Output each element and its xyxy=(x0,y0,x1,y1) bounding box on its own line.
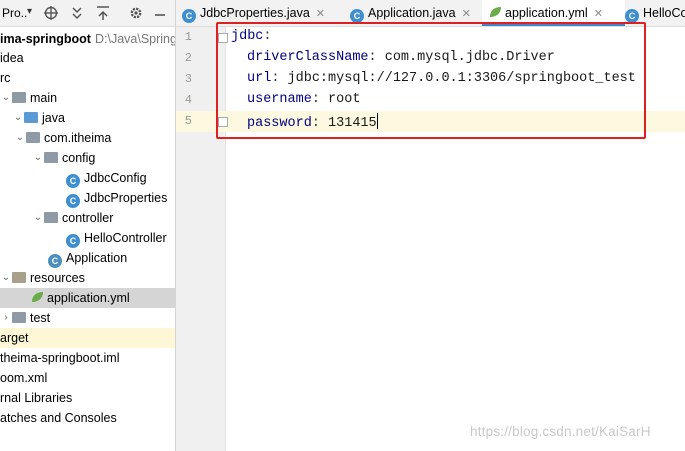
chevron-down-icon[interactable]: ⌄ xyxy=(32,148,44,168)
close-icon[interactable]: ✕ xyxy=(462,8,471,20)
yaml-leaf-icon xyxy=(32,292,43,302)
chevron-down-icon[interactable]: ⌄ xyxy=(32,208,44,228)
tree-item-java[interactable]: ⌄ java xyxy=(0,108,65,128)
chevron-down-icon[interactable]: ⌄ xyxy=(0,268,12,288)
package-icon xyxy=(26,132,40,143)
project-view-title[interactable]: Pro.. xyxy=(2,6,27,20)
view-selector-caret-icon[interactable]: ▾ xyxy=(27,6,32,17)
tree-item-iml[interactable]: theima-springboot.iml xyxy=(0,348,120,368)
expand-all-icon[interactable] xyxy=(69,5,85,21)
line-number: 2 xyxy=(184,51,192,65)
class-icon: C xyxy=(182,9,196,23)
class-icon: C xyxy=(66,174,80,188)
tree-item-label: JdbcConfig xyxy=(84,171,147,185)
tree-item-label: oom.xml xyxy=(0,371,48,385)
class-icon: C xyxy=(625,9,639,23)
hide-panel-icon[interactable] xyxy=(152,5,168,21)
source-folder-icon xyxy=(24,112,38,123)
tree-item-jdbcconfig[interactable]: C JdbcConfig xyxy=(66,168,147,188)
tab-label: JdbcProperties.java xyxy=(200,6,310,20)
project-path: D:\Java\Spring xyxy=(94,32,176,46)
close-icon[interactable]: ✕ xyxy=(316,8,325,20)
tree-item-main[interactable]: ⌄ main xyxy=(0,88,57,108)
tree-item-label: theima-springboot.iml xyxy=(0,351,120,365)
tree-item-label: application.yml xyxy=(47,291,130,305)
close-icon[interactable]: ✕ xyxy=(594,8,603,20)
line-number: 4 xyxy=(184,93,192,107)
spring-boot-class-icon: C xyxy=(48,254,62,268)
tree-item-label: controller xyxy=(62,211,114,225)
watermark: https://blog.csdn.net/KaiSarH xyxy=(470,424,651,439)
tree-item-label: atches and Consoles xyxy=(0,411,117,425)
tree-item-scratches[interactable]: atches and Consoles xyxy=(0,408,117,428)
tree-item-application-yml[interactable]: application.yml xyxy=(0,288,175,308)
tree-item-label: rnal Libraries xyxy=(0,391,73,405)
gear-icon[interactable] xyxy=(128,5,144,21)
tree-item-external-libraries[interactable]: rnal Libraries xyxy=(0,388,72,408)
tree-item-project-root[interactable]: ima-springboot D:\Java\Spring xyxy=(0,29,176,49)
class-icon: C xyxy=(66,234,80,248)
tree-item-label: test xyxy=(30,311,51,325)
tree-item-test[interactable]: › test xyxy=(0,308,50,328)
tree-item-label: resources xyxy=(30,271,85,285)
project-panel: Pro.. ▾ ima-springboot D:\Java\Spring ide… xyxy=(0,0,176,451)
collapse-all-icon[interactable] xyxy=(95,5,111,21)
chevron-right-icon[interactable]: › xyxy=(0,308,12,328)
tree-item-label: main xyxy=(30,91,58,105)
package-icon xyxy=(44,152,58,163)
tab-label: HelloCo xyxy=(643,6,685,20)
resources-folder-icon xyxy=(12,272,26,283)
tree-item-resources[interactable]: ⌄ resources xyxy=(0,268,85,288)
tree-item-com-itheima[interactable]: ⌄ com.itheima xyxy=(14,128,112,148)
project-toolbar: Pro.. ▾ xyxy=(0,0,175,27)
tree-item-label: idea xyxy=(0,51,24,65)
tab-label: application.yml xyxy=(505,6,588,20)
folder-icon xyxy=(12,92,26,103)
tree-item-config[interactable]: ⌄ config xyxy=(32,148,96,168)
tree-item-controller[interactable]: ⌄ controller xyxy=(32,208,114,228)
tree-item-application[interactable]: C Application xyxy=(48,248,127,268)
tree-item-label: com.itheima xyxy=(44,131,112,145)
tab-label: Application.java xyxy=(368,6,456,20)
locate-icon[interactable] xyxy=(43,5,59,21)
tree-item-label: arget xyxy=(0,331,29,345)
tree-item-jdbcproperties[interactable]: C JdbcProperties xyxy=(66,188,167,208)
folder-icon xyxy=(12,312,26,323)
line-number: 1 xyxy=(184,30,192,44)
tree-item-label: java xyxy=(42,111,65,125)
chevron-down-icon[interactable]: ⌄ xyxy=(12,108,24,128)
tree-item-label: Application xyxy=(66,251,128,265)
tree-item-hellocontroller[interactable]: C HelloController xyxy=(66,228,167,248)
class-icon: C xyxy=(350,9,364,23)
line-number: 5 xyxy=(184,114,192,128)
tree-item-idea[interactable]: idea xyxy=(0,48,24,68)
tree-item-label: JdbcProperties xyxy=(84,191,168,205)
yaml-leaf-icon xyxy=(490,7,501,17)
package-icon xyxy=(44,212,58,223)
line-number: 3 xyxy=(184,72,192,86)
tree-item-label: ima-springboot xyxy=(0,32,91,46)
chevron-down-icon[interactable]: ⌄ xyxy=(14,128,26,148)
highlight-box xyxy=(216,22,646,139)
tree-item-label: rc xyxy=(0,71,11,85)
tree-item-src[interactable]: rc xyxy=(0,68,10,88)
chevron-down-icon[interactable]: ⌄ xyxy=(0,88,12,108)
tree-item-target[interactable]: arget xyxy=(0,328,175,348)
tree-item-label: HelloController xyxy=(84,231,167,245)
tree-item-label: config xyxy=(62,151,96,165)
class-icon: C xyxy=(66,194,80,208)
tree-item-pom[interactable]: oom.xml xyxy=(0,368,47,388)
